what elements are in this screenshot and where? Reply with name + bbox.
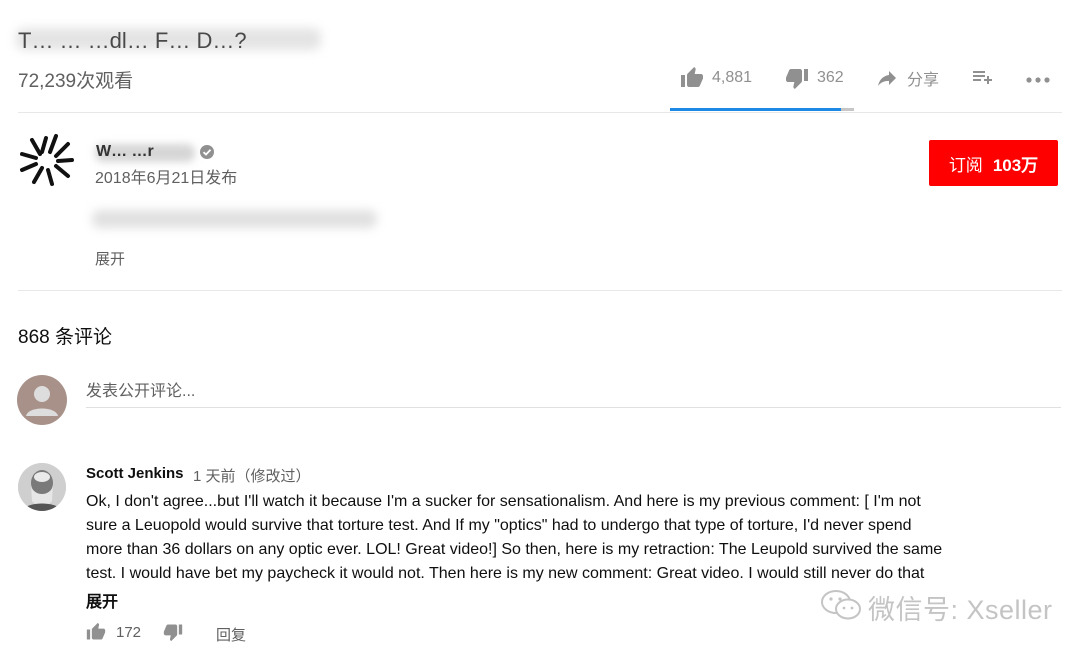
share-button[interactable]: 分享 [875, 66, 939, 90]
share-label: 分享 [907, 72, 940, 89]
video-actions: 4,881 362 分享 [670, 66, 1070, 112]
like-ratio-fill [670, 108, 842, 111]
playlist-add-icon [970, 66, 994, 90]
more-actions-button[interactable] [1025, 66, 1051, 90]
subscriber-count: 103万 [992, 155, 1039, 175]
comment-expand-link[interactable]: 展开 [86, 588, 118, 612]
thumbs-down-icon [785, 66, 809, 90]
comment-actions: 172 回复 [86, 622, 386, 646]
share-arrow-icon [875, 66, 899, 90]
comment-text: Ok, I don't agree...but I'll watch it be… [86, 490, 1021, 586]
dislike-count: 362 [817, 69, 844, 86]
wechat-icon [820, 589, 862, 626]
comment-reply-button[interactable]: 回复 [216, 624, 246, 645]
divider [18, 290, 1062, 291]
more-horizontal-icon [1025, 66, 1051, 90]
channel-logo[interactable] [16, 130, 76, 190]
comment-line: test. I would have bet my paycheck it wo… [86, 565, 925, 582]
channel-name[interactable]: W… …r [95, 143, 195, 162]
thumbs-up-icon [680, 66, 704, 90]
subscribe-label: 订阅 [948, 155, 983, 175]
comment-like-button[interactable] [86, 622, 106, 647]
comments-count: 868 条评论 [18, 327, 112, 348]
view-count: 72,239次观看 [18, 71, 134, 92]
video-title-text: T… … …dl… F… D…? [18, 28, 247, 53]
channel-name-text: W… …r [96, 143, 154, 160]
comment-timestamp[interactable]: 1 天前（修改过） [193, 465, 311, 486]
watermark-text: 微信号: Xseller [868, 595, 1053, 625]
wechat-watermark: 微信号: Xseller [820, 588, 1053, 627]
description-expand-link[interactable]: 展开 [95, 248, 125, 269]
user-avatar [17, 375, 67, 425]
thumbs-down-icon [163, 624, 183, 642]
publish-date: 2018年6月21日发布 [95, 170, 238, 187]
comment-author[interactable]: Scott Jenkins [86, 465, 184, 482]
subscribe-button[interactable]: 订阅 103万 [929, 140, 1058, 186]
dislike-button[interactable]: 362 [785, 66, 844, 90]
thumbs-up-icon [86, 622, 106, 640]
description-blur-mask [92, 210, 377, 228]
like-count: 4,881 [712, 69, 753, 86]
comment-line: more than 36 dollars on any optic ever. … [86, 541, 943, 558]
like-button[interactable]: 4,881 [680, 66, 752, 90]
like-ratio-bar [670, 108, 854, 111]
commenter-avatar[interactable] [18, 463, 66, 511]
comment-input[interactable] [86, 376, 1061, 408]
add-to-playlist-button[interactable] [970, 66, 994, 90]
divider [18, 112, 1062, 113]
video-title: T… … …dl… F… D…? [16, 28, 321, 53]
comment-dislike-button[interactable] [163, 622, 183, 647]
comment-line: Ok, I don't agree...but I'll watch it be… [86, 493, 921, 510]
video-description [92, 208, 377, 230]
comment-line: sure a Leuopold would survive that tortu… [86, 517, 912, 534]
verified-check-icon [199, 144, 215, 160]
comment-like-count: 172 [116, 624, 142, 641]
